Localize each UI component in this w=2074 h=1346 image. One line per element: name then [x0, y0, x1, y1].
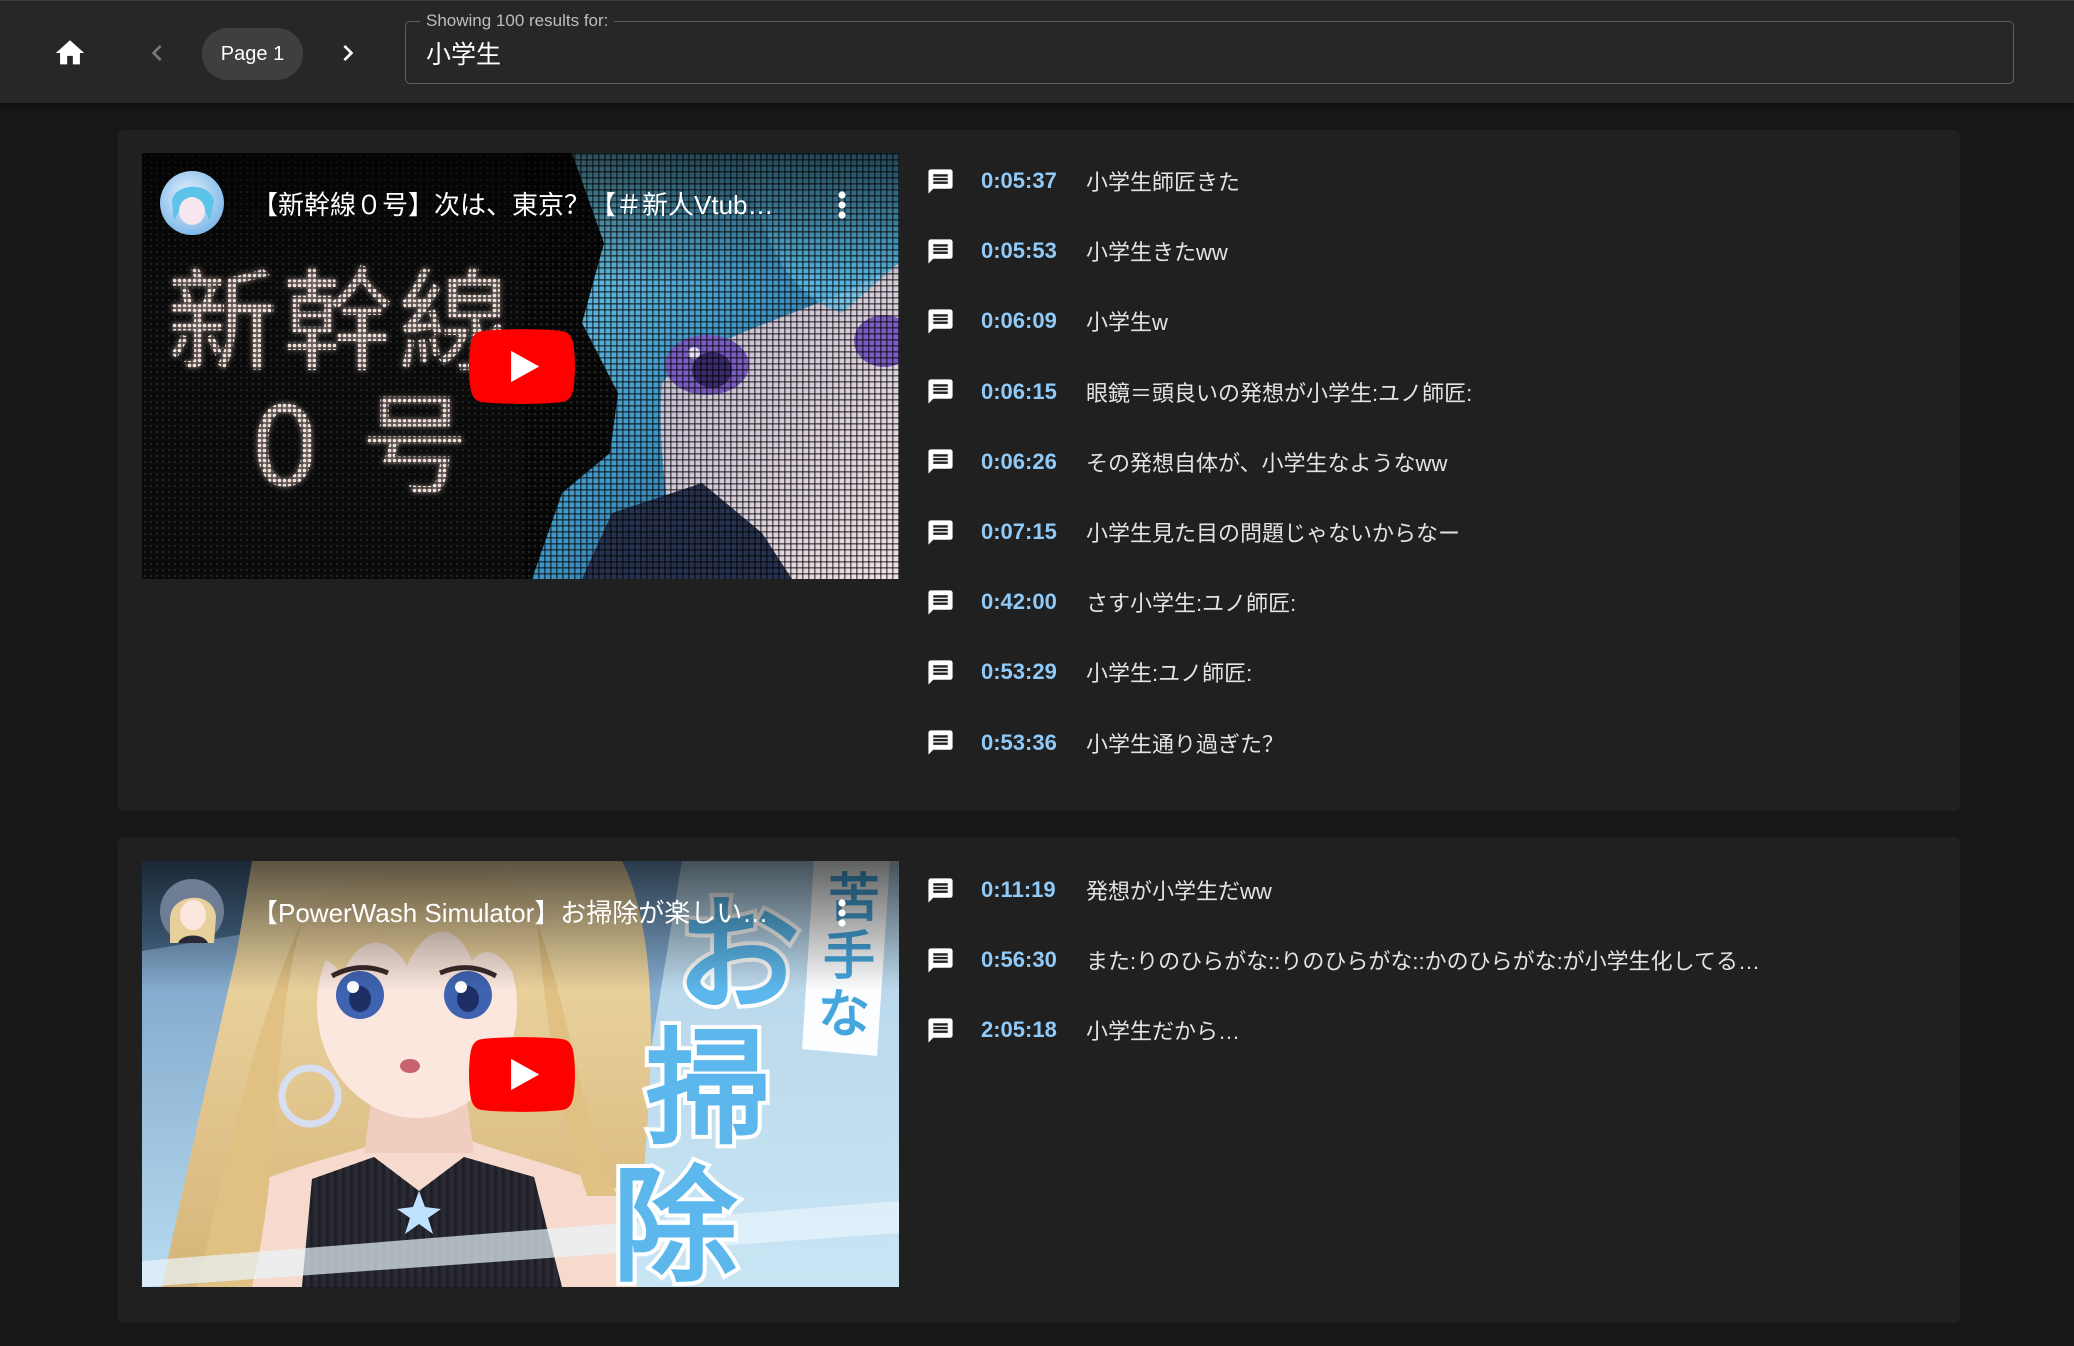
channel-avatar[interactable]: [160, 879, 224, 943]
comment-icon: [928, 239, 953, 264]
comment-icon: [928, 519, 953, 545]
comment-row[interactable]: 0:06:09 小学生w: [926, 286, 1936, 356]
chevron-right-icon[interactable]: [332, 37, 364, 69]
top-bar: Page 1 Showing 100 results for:: [0, 0, 2074, 103]
comment-list: 0:11:19 発想が小学生だww 0:56:30 また:りのひらがな::りのひ…: [926, 855, 1936, 1066]
search-field-label: Showing 100 results for:: [420, 10, 615, 32]
comment-text: 小学生師匠きた: [1086, 170, 1241, 196]
result-card: 新幹線 0号 【新幹線０号】次は、東京？【＃新人Vtub… 0:05:37 小学…: [118, 130, 1960, 811]
comment-text: また:りのひらがな::りのひらがな::かのひらがな:が小学生化してる…: [1086, 949, 1761, 975]
chevron-left-icon[interactable]: [141, 37, 173, 69]
comment-icon: [928, 449, 953, 474]
comment-row[interactable]: 0:06:15 眼鏡＝頭良いの発想が小学生:ユノ師匠:: [926, 357, 1936, 427]
youtube-play-icon[interactable]: [469, 1037, 575, 1112]
comment-timestamp-link[interactable]: 0:06:15: [981, 379, 1086, 405]
comment-text: さす小学生:ユノ師匠:: [1086, 591, 1297, 617]
video-player[interactable]: 苦手な お掃除 【PowerWash Simulator】お掃除が楽しい…: [142, 861, 899, 1287]
comment-text: 小学生w: [1086, 310, 1168, 336]
comment-icon: [928, 590, 953, 615]
comment-row[interactable]: 0:06:26 その発想自体が、小学生なようなww: [926, 427, 1936, 497]
search-input[interactable]: [426, 37, 1996, 69]
comment-text: 眼鏡＝頭良いの発想が小学生:ユノ師匠:: [1086, 380, 1473, 406]
home-icon[interactable]: [53, 36, 87, 70]
comment-timestamp-link[interactable]: 0:06:26: [981, 449, 1086, 475]
comment-timestamp-link[interactable]: 0:56:30: [981, 947, 1086, 973]
comment-text: 小学生きたww: [1086, 240, 1228, 266]
comment-row[interactable]: 0:53:29 小学生:ユノ師匠:: [926, 637, 1936, 707]
comment-icon: [928, 878, 953, 903]
comment-icon: [928, 169, 953, 194]
comment-timestamp-link[interactable]: 0:06:09: [981, 308, 1086, 334]
comment-timestamp-link[interactable]: 0:05:53: [981, 238, 1086, 264]
comment-timestamp-link[interactable]: 0:53:29: [981, 659, 1086, 685]
comment-timestamp-link[interactable]: 0:53:36: [981, 730, 1086, 756]
comment-text: 小学生見た目の問題じゃないからなー: [1086, 521, 1461, 547]
comment-text: 発想が小学生だww: [1086, 879, 1272, 905]
comment-icon: [928, 730, 953, 755]
comment-text: 小学生通り過ぎた？: [1086, 731, 1285, 757]
video-title[interactable]: 【新幹線０号】次は、東京？【＃新人Vtub…: [252, 187, 827, 223]
comment-timestamp-link[interactable]: 2:05:18: [981, 1017, 1086, 1043]
comment-row[interactable]: 2:05:18 小学生だから…: [926, 995, 1936, 1065]
comment-row[interactable]: 0:05:37 小学生師匠きた: [926, 146, 1936, 216]
channel-avatar[interactable]: [160, 171, 224, 235]
comment-row[interactable]: 0:07:15 小学生見た目の問題じゃないからなー: [926, 497, 1936, 567]
comment-text: 小学生:ユノ師匠:: [1086, 661, 1253, 687]
youtube-play-icon[interactable]: [469, 329, 575, 404]
comment-row[interactable]: 0:56:30 また:りのひらがな::りのひらがな::かのひらがな:が小学生化し…: [926, 925, 1936, 995]
comment-text: その発想自体が、小学生なようなww: [1086, 450, 1448, 476]
more-vert-icon[interactable]: [830, 190, 854, 220]
comment-row[interactable]: 0:53:36 小学生通り過ぎた？: [926, 708, 1936, 778]
video-player[interactable]: 新幹線 0号 【新幹線０号】次は、東京？【＃新人Vtub…: [142, 153, 899, 579]
comment-icon: [928, 379, 953, 404]
comment-timestamp-link[interactable]: 0:42:00: [981, 589, 1086, 615]
comment-icon: [928, 1018, 953, 1043]
comment-timestamp-link[interactable]: 0:11:19: [981, 877, 1086, 903]
comment-timestamp-link[interactable]: 0:05:37: [981, 168, 1086, 194]
result-card: 苦手な お掃除 【PowerWash Simulator】お掃除が楽しい… 0:…: [118, 837, 1960, 1323]
page-indicator: Page 1: [202, 28, 303, 80]
comment-icon: [928, 660, 953, 685]
comment-row[interactable]: 0:11:19 発想が小学生だww: [926, 855, 1936, 925]
comment-row[interactable]: 0:42:00 さす小学生:ユノ師匠:: [926, 567, 1936, 637]
more-vert-icon[interactable]: [830, 898, 854, 928]
comment-icon: [928, 309, 953, 334]
comment-row[interactable]: 0:05:53 小学生きたww: [926, 216, 1936, 286]
comment-text: 小学生だから…: [1086, 1019, 1241, 1045]
video-title[interactable]: 【PowerWash Simulator】お掃除が楽しい…: [252, 895, 827, 931]
comment-icon: [928, 948, 953, 973]
comment-timestamp-link[interactable]: 0:07:15: [981, 519, 1086, 545]
comment-list: 0:05:37 小学生師匠きた 0:05:53 小学生きたww 0:06:09 …: [926, 146, 1936, 778]
